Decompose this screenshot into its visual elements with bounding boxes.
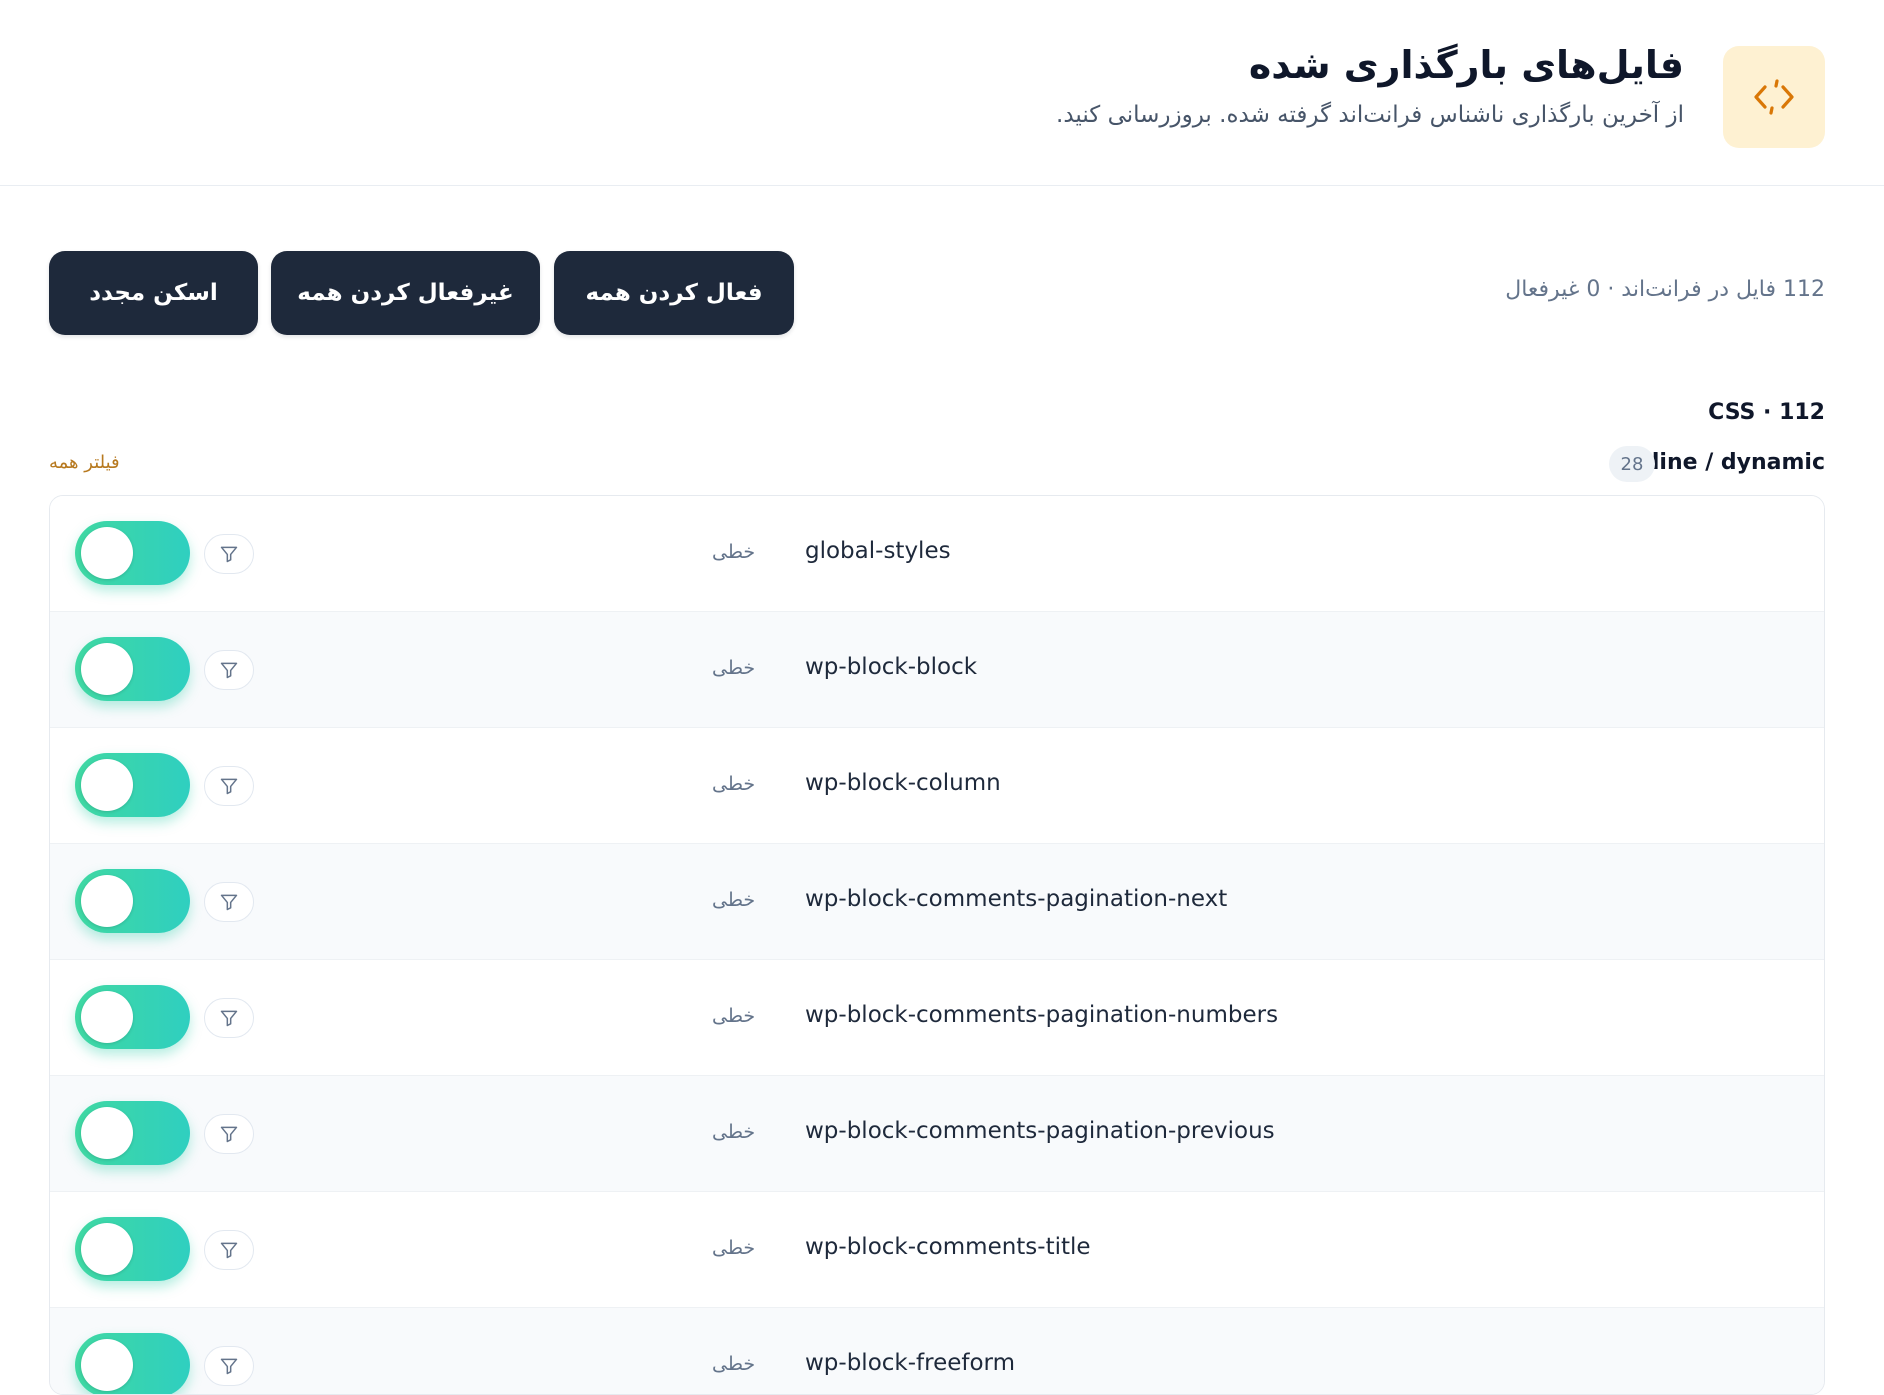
row-filter-button[interactable] (204, 1230, 254, 1270)
list-item: خطی global-styles (50, 496, 1824, 612)
filter-icon (220, 662, 238, 679)
code-icon (1723, 46, 1825, 148)
row-filter-button[interactable] (204, 1346, 254, 1386)
row-filter-button[interactable] (204, 534, 254, 574)
row-file-name: wp-block-comments-pagination-next (805, 886, 1228, 912)
header-text: فایل‌های بارگذاری شده از آخرین بارگذاری … (1056, 40, 1684, 128)
toggle-knob (81, 875, 133, 927)
group-count-badge: 28 (1609, 446, 1655, 482)
filter-icon (220, 894, 238, 911)
toggle-knob (81, 759, 133, 811)
toggle-knob (81, 527, 133, 579)
row-file-name: wp-block-comments-pagination-numbers (805, 1002, 1279, 1028)
row-mode: خطی (712, 1353, 756, 1375)
filter-icon (220, 1126, 238, 1143)
group-header: Inline / dynamic 28 فیلتر همه (49, 446, 1825, 482)
row-file-name: wp-block-comments-title (805, 1234, 1091, 1260)
enable-toggle[interactable] (75, 637, 190, 701)
row-file-name: wp-block-column (805, 770, 1001, 796)
page-subtitle: از آخرین بارگذاری ناشناس فرانت‌اند گرفته… (1056, 102, 1684, 128)
toggle-knob (81, 1339, 133, 1391)
toggle-knob (81, 643, 133, 695)
disable-all-button[interactable]: غیرفعال کردن همه (271, 251, 540, 335)
list-item: خطی wp-block-freeform (50, 1308, 1824, 1394)
toggle-knob (81, 991, 133, 1043)
toggle-knob (81, 1223, 133, 1275)
row-mode: خطی (712, 1005, 756, 1027)
row-mode: خطی (712, 1121, 756, 1143)
filter-icon (220, 1242, 238, 1259)
row-mode: خطی (712, 657, 756, 679)
list-item: خطی wp-block-block (50, 612, 1824, 728)
toggle-knob (81, 1107, 133, 1159)
enable-toggle[interactable] (75, 1217, 190, 1281)
filter-icon (220, 546, 238, 563)
rescan-button[interactable]: اسکن مجدد (49, 251, 258, 335)
toolbar: اسکن مجدد غیرفعال کردن همه فعال کردن همه… (49, 251, 1825, 335)
row-mode: خطی (712, 541, 756, 563)
page-title: فایل‌های بارگذاری شده (1248, 43, 1684, 87)
list-item: خطی wp-block-comments-title (50, 1192, 1824, 1308)
filter-icon (220, 1358, 238, 1375)
enable-toggle[interactable] (75, 521, 190, 585)
list-item: خطی wp-block-column (50, 728, 1824, 844)
filter-all-link[interactable]: فیلتر همه (49, 452, 120, 473)
enable-toggle[interactable] (75, 869, 190, 933)
enable-toggle[interactable] (75, 1101, 190, 1165)
files-summary: 112 فایل در فرانت‌اند · 0 غیرفعال (1505, 277, 1825, 302)
row-mode: خطی (712, 889, 756, 911)
row-file-name: wp-block-block (805, 654, 978, 680)
list-item: خطی wp-block-comments-pagination-numbers (50, 960, 1824, 1076)
row-filter-button[interactable] (204, 650, 254, 690)
filter-icon (220, 778, 238, 795)
enable-toggle[interactable] (75, 985, 190, 1049)
row-file-name: wp-block-freeform (805, 1350, 1016, 1376)
row-filter-button[interactable] (204, 766, 254, 806)
enable-toggle[interactable] (75, 1333, 190, 1394)
row-filter-button[interactable] (204, 998, 254, 1038)
enable-all-button[interactable]: فعال کردن همه (554, 251, 794, 335)
enable-toggle[interactable] (75, 753, 190, 817)
row-mode: خطی (712, 1237, 756, 1259)
row-filter-button[interactable] (204, 1114, 254, 1154)
row-file-name: wp-block-comments-pagination-previous (805, 1118, 1275, 1144)
group-title: Inline / dynamic (1628, 450, 1825, 475)
css-section-heading: CSS · 112 (1708, 400, 1825, 425)
row-filter-button[interactable] (204, 882, 254, 922)
row-file-name: global-styles (805, 538, 951, 564)
list-item: خطی wp-block-comments-pagination-next (50, 844, 1824, 960)
file-list: خطی global-styles خطی wp-block-block خطی… (49, 495, 1825, 1395)
row-mode: خطی (712, 773, 756, 795)
list-item: خطی wp-block-comments-pagination-previou… (50, 1076, 1824, 1192)
page-header: فایل‌های بارگذاری شده از آخرین بارگذاری … (0, 0, 1884, 186)
filter-icon (220, 1010, 238, 1027)
